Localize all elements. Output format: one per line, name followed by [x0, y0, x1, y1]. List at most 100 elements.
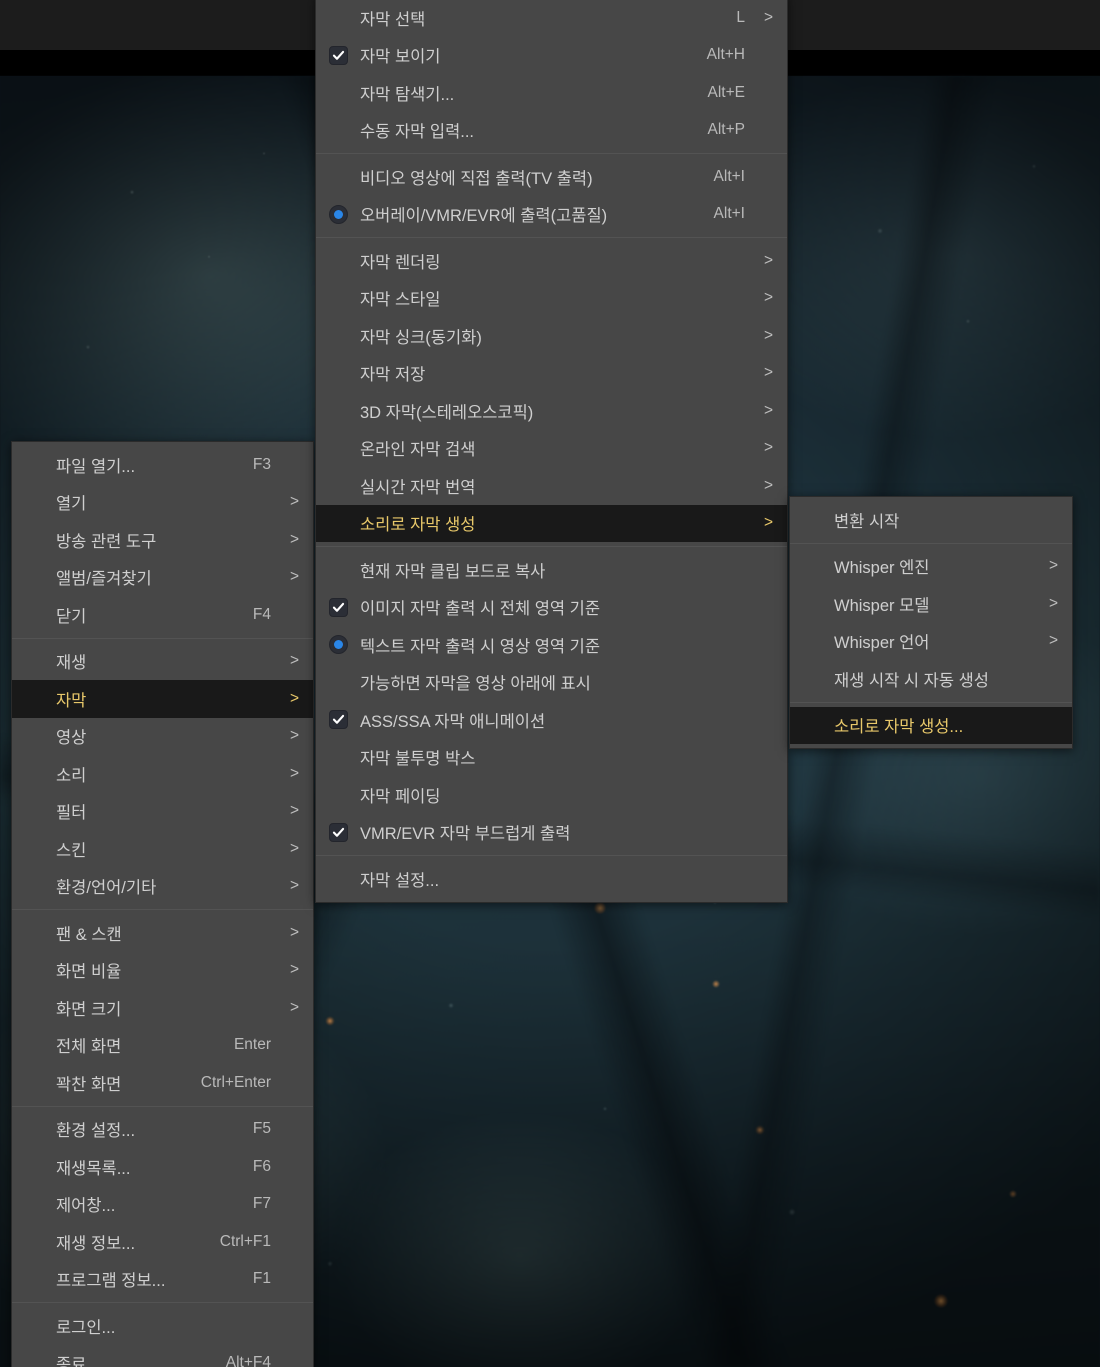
- menu-item-자막-페이딩[interactable]: 자막 페이딩: [316, 776, 787, 814]
- menu-item-온라인-자막-검색[interactable]: 온라인 자막 검색 >: [316, 430, 787, 468]
- menu-item-환경-설정[interactable]: 환경 설정... F5: [12, 1111, 313, 1149]
- menu-item-label: 재생 정보...: [56, 1234, 136, 1253]
- chevron-right-icon: >: [289, 652, 299, 670]
- menu-item-재생-시작-시-자동-생성[interactable]: 재생 시작 시 자동 생성: [790, 660, 1072, 698]
- menu-item-label: 화면 크기: [56, 1000, 122, 1019]
- menu-item-방송-관련-도구[interactable]: 방송 관련 도구 >: [12, 521, 313, 559]
- menu-item-label: 소리로 자막 생성: [360, 516, 476, 535]
- menu-item-파일-열기[interactable]: 파일 열기... F3: [12, 446, 313, 484]
- menu-item-화면-비율[interactable]: 화면 비율 >: [12, 952, 313, 990]
- check-icon[interactable]: [328, 597, 348, 617]
- menu-item-변환-시작[interactable]: 변환 시작: [790, 501, 1072, 539]
- menu-item-자막-싱크-동기화[interactable]: 자막 싱크(동기화) >: [316, 317, 787, 355]
- menu-item-label: 자막 탐색기...: [360, 85, 455, 104]
- menu-item-비디오-영상에-직접-출력-tv-출력[interactable]: 비디오 영상에 직접 출력(TV 출력) Alt+I: [316, 158, 787, 196]
- whisper-submenu[interactable]: 변환 시작 Whisper 엔진 > Whisper 모델 > Whisper 언어 > 재생…: [789, 496, 1073, 749]
- menu-item-label: 재생목록...: [56, 1159, 131, 1178]
- chevron-right-icon: >: [289, 961, 299, 979]
- chevron-right-icon: >: [289, 530, 299, 548]
- menu-item-로그인[interactable]: 로그인...: [12, 1307, 313, 1345]
- menu-item-mark: [316, 597, 360, 617]
- chevron-right-icon: >: [763, 439, 773, 457]
- menu-item-제어창[interactable]: 제어창... F7: [12, 1186, 313, 1224]
- menu-item-가능하면-자막을-영상-아래에-표시[interactable]: 가능하면 자막을 영상 아래에 표시: [316, 664, 787, 702]
- check-icon[interactable]: [328, 45, 348, 65]
- menu-item-자막[interactable]: 자막 >: [12, 680, 313, 718]
- menu-item-실시간-자막-번역[interactable]: 실시간 자막 번역 >: [316, 467, 787, 505]
- menu-item-자막-스타일[interactable]: 자막 스타일 >: [316, 280, 787, 318]
- menu-item-현재-자막-클립-보드로-복사[interactable]: 현재 자막 클립 보드로 복사: [316, 551, 787, 589]
- menu-item-whisper-언어[interactable]: Whisper 언어 >: [790, 623, 1072, 661]
- menu-item-3d-자막-스테레오스코픽[interactable]: 3D 자막(스테레오스코픽) >: [316, 392, 787, 430]
- menu-item-shortcut: Alt+I: [713, 205, 745, 223]
- check-icon[interactable]: [328, 710, 348, 730]
- chevron-right-icon: >: [763, 401, 773, 419]
- menu-item-자막-선택[interactable]: 자막 선택 L >: [316, 0, 787, 37]
- menu-item-환경-언어-기타[interactable]: 환경/언어/기타 >: [12, 868, 313, 906]
- menu-item-앨범-즐겨찾기[interactable]: 앨범/즐겨찾기 >: [12, 559, 313, 597]
- radio-selected-icon[interactable]: [328, 204, 348, 224]
- menu-item-label: 3D 자막(스테레오스코픽): [360, 403, 534, 422]
- menu-item-소리[interactable]: 소리 >: [12, 755, 313, 793]
- menu-item-ass-ssa-자막-애니메이션[interactable]: ASS/SSA 자막 애니메이션: [316, 701, 787, 739]
- menu-item-자막-보이기[interactable]: 자막 보이기 Alt+H: [316, 37, 787, 75]
- menu-item-whisper-모델[interactable]: Whisper 모델 >: [790, 585, 1072, 623]
- chevron-right-icon: >: [763, 364, 773, 382]
- menu-item-label: 자막 저장: [360, 366, 426, 385]
- menu-item-vmr-evr-자막-부드럽게-출력[interactable]: VMR/EVR 자막 부드럽게 출력: [316, 814, 787, 852]
- menu-item-오버레이-vmr-evr에-출력-고품질[interactable]: 오버레이/VMR/EVR에 출력(고품질) Alt+I: [316, 196, 787, 234]
- menu-item-label: 환경 설정...: [56, 1122, 136, 1141]
- menu-item-label: 자막 페이딩: [360, 787, 441, 806]
- menu-item-화면-크기[interactable]: 화면 크기 >: [12, 989, 313, 1027]
- menu-item-label: 재생: [56, 654, 87, 673]
- chevron-right-icon: >: [763, 476, 773, 494]
- menu-item-프로그램-정보[interactable]: 프로그램 정보... F1: [12, 1261, 313, 1299]
- menu-item-영상[interactable]: 영상 >: [12, 718, 313, 756]
- menu-item-수동-자막-입력[interactable]: 수동 자막 입력... Alt+P: [316, 112, 787, 150]
- menu-separator: [12, 637, 313, 639]
- menu-item-label: 소리: [56, 766, 87, 785]
- menu-item-닫기[interactable]: 닫기 F4: [12, 596, 313, 634]
- menu-item-label: 전체 화면: [56, 1038, 122, 1057]
- menu-item-자막-렌더링[interactable]: 자막 렌더링 >: [316, 242, 787, 280]
- menu-item-전체-화면[interactable]: 전체 화면 Enter: [12, 1027, 313, 1065]
- menu-item-재생-정보[interactable]: 재생 정보... Ctrl+F1: [12, 1223, 313, 1261]
- menu-item-팬-스캔[interactable]: 팬 & 스캔 >: [12, 914, 313, 952]
- menu-item-필터[interactable]: 필터 >: [12, 793, 313, 831]
- menu-item-mark: [316, 710, 360, 730]
- main-context-menu[interactable]: 파일 열기... F3 열기 > 방송 관련 도구 > 앨범/즐겨찾기 > 닫기 F4 재생 > 자막 >…: [11, 441, 314, 1367]
- menu-item-자막-탐색기[interactable]: 자막 탐색기... Alt+E: [316, 74, 787, 112]
- chevron-right-icon: >: [763, 289, 773, 307]
- menu-item-재생목록[interactable]: 재생목록... F6: [12, 1148, 313, 1186]
- menu-item-소리로-자막-생성[interactable]: 소리로 자막 생성 >: [316, 504, 787, 542]
- menu-item-소리로-자막-생성[interactable]: 소리로 자막 생성...: [790, 706, 1072, 744]
- menu-item-꽉찬-화면[interactable]: 꽉찬 화면 Ctrl+Enter: [12, 1064, 313, 1102]
- menu-item-shortcut: F3: [252, 455, 271, 473]
- radio-selected-icon[interactable]: [328, 635, 348, 655]
- menu-item-label: 자막 보이기: [360, 48, 441, 67]
- menu-item-label: 프로그램 정보...: [56, 1272, 166, 1291]
- menu-item-자막-불투명-박스[interactable]: 자막 불투명 박스: [316, 739, 787, 777]
- menu-item-텍스트-자막-출력-시-영상-영역-기준[interactable]: 텍스트 자막 출력 시 영상 영역 기준: [316, 626, 787, 664]
- check-icon[interactable]: [328, 822, 348, 842]
- chevron-right-icon: >: [289, 764, 299, 782]
- menu-separator: [316, 546, 787, 547]
- menu-separator: [316, 153, 787, 154]
- chevron-right-icon: >: [289, 923, 299, 941]
- menu-item-이미지-자막-출력-시-전체-영역-기준[interactable]: 이미지 자막 출력 시 전체 영역 기준: [316, 589, 787, 627]
- menu-item-label: Whisper 엔진: [834, 559, 930, 578]
- chevron-right-icon: >: [289, 493, 299, 511]
- menu-item-자막-설정[interactable]: 자막 설정...: [316, 860, 787, 898]
- menu-item-재생[interactable]: 재생 >: [12, 643, 313, 681]
- menu-item-자막-저장[interactable]: 자막 저장 >: [316, 355, 787, 393]
- menu-item-label: 꽉찬 화면: [56, 1075, 122, 1094]
- menu-item-label: 파일 열기...: [56, 457, 136, 476]
- menu-item-shortcut: L: [736, 8, 745, 26]
- menu-item-whisper-엔진[interactable]: Whisper 엔진 >: [790, 548, 1072, 586]
- menu-item-종료[interactable]: 종료 Alt+F4: [12, 1345, 313, 1367]
- subtitle-submenu[interactable]: 자막 선택 L > 자막 보이기 Alt+H 자막 탐색기... Alt+E 수동 자막 입력…: [315, 0, 788, 903]
- menu-item-열기[interactable]: 열기 >: [12, 484, 313, 522]
- menu-item-label: 자막 불투명 박스: [360, 750, 476, 769]
- menu-separator: [12, 909, 313, 910]
- menu-item-스킨[interactable]: 스킨 >: [12, 830, 313, 868]
